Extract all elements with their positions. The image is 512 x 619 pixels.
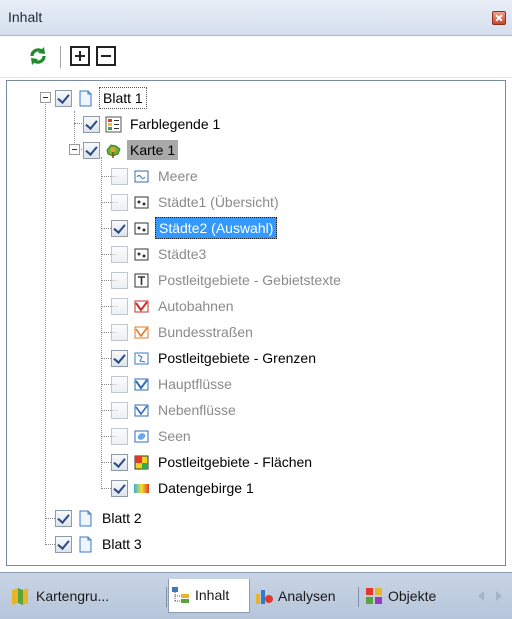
- tree-item-farblegende[interactable]: Farblegende 1: [83, 111, 223, 137]
- checkbox[interactable]: [111, 245, 128, 263]
- road-layer-icon: [134, 326, 149, 338]
- tab-label: Inhalt: [195, 586, 230, 603]
- panel-title: Inhalt: [8, 9, 43, 25]
- checkbox[interactable]: [111, 349, 128, 367]
- tree-item-blatt1[interactable]: Blatt 1: [55, 85, 147, 111]
- checkbox[interactable]: [111, 271, 128, 289]
- tree-item-layer[interactable]: Hauptflüsse: [111, 371, 235, 397]
- tree-item-layer[interactable]: Meere: [111, 163, 201, 189]
- checkbox[interactable]: [83, 141, 100, 159]
- tab-label: Objekte: [388, 588, 437, 604]
- tree-item-layer[interactable]: Autobahnen: [111, 293, 237, 319]
- tree-item-karte1[interactable]: Karte 1: [83, 137, 179, 163]
- tree-item-layer[interactable]: Bundesstraßen: [111, 319, 256, 345]
- tab-scroll-right-icon[interactable]: [496, 591, 502, 601]
- objects-icon: [366, 588, 382, 604]
- checkbox[interactable]: [111, 427, 128, 445]
- tree-item-label: Postleitgebiete - Flächen: [158, 454, 313, 470]
- tab-bar: Kartengru... Inhalt Analysen Objekte: [0, 572, 512, 619]
- tree-item-label: Farblegende 1: [130, 116, 221, 132]
- toolbar-separator: [60, 46, 61, 68]
- tab-kartengruppen[interactable]: Kartengru...: [4, 581, 109, 611]
- page-icon: [79, 90, 92, 106]
- checkbox[interactable]: [111, 167, 128, 185]
- tree-item-blatt3[interactable]: Blatt 3: [55, 531, 145, 557]
- text-layer-icon: [134, 273, 149, 287]
- gradient-layer-icon: [134, 483, 149, 493]
- lake-layer-icon: [134, 430, 149, 442]
- checkbox[interactable]: [55, 535, 72, 553]
- tree-item-blatt2[interactable]: Blatt 2: [55, 505, 145, 531]
- tree-item-label: Blatt 2: [102, 510, 142, 526]
- tree-item-label: Meere: [158, 168, 198, 184]
- tree-item-layer[interactable]: Postleitgebiete - Gebietstexte: [111, 267, 344, 293]
- refresh-icon[interactable]: [28, 46, 48, 66]
- tree-item-layer[interactable]: Städte1 (Übersicht): [111, 189, 282, 215]
- toolbar: [0, 36, 512, 78]
- cities-layer-icon: [134, 248, 149, 260]
- checkbox[interactable]: [111, 297, 128, 315]
- page-icon: [79, 536, 92, 552]
- tree-item-label: Blatt 1: [99, 87, 147, 109]
- tree-item-label: Nebenflüsse: [158, 402, 236, 418]
- ocean-layer-icon: [134, 170, 149, 182]
- tab-analysen[interactable]: Analysen: [250, 581, 336, 611]
- tab-objekte[interactable]: Objekte: [360, 581, 436, 611]
- checkbox[interactable]: [111, 453, 128, 471]
- tree-item-label: Datengebirge 1: [158, 480, 254, 496]
- analysis-icon: [256, 590, 273, 604]
- close-icon[interactable]: [492, 11, 506, 25]
- tab-scroll-left-icon[interactable]: [478, 591, 484, 601]
- tree-item-label: Postleitgebiete - Grenzen: [158, 350, 316, 366]
- tab-label: Analysen: [278, 588, 336, 604]
- river-layer-icon: [134, 378, 149, 390]
- content-tree-icon: [172, 586, 189, 603]
- tree-item-layer[interactable]: Postleitgebiete - Flächen: [111, 449, 315, 475]
- map-groups-icon: [12, 588, 28, 605]
- tree-item-label: Bundesstraßen: [158, 324, 253, 340]
- tree-item-layer[interactable]: Nebenflüsse: [111, 397, 239, 423]
- river-layer-icon: [134, 404, 149, 416]
- collapse-karte1-icon[interactable]: [69, 144, 80, 155]
- content-tree[interactable]: Blatt 1 Farblegende 1 Karte 1 Meere Städ…: [6, 80, 506, 566]
- checkbox[interactable]: [83, 115, 100, 133]
- checkbox[interactable]: [111, 323, 128, 341]
- legend-icon: [105, 116, 122, 132]
- checkbox[interactable]: [111, 479, 128, 497]
- cities-layer-icon: [134, 222, 149, 234]
- tree-item-label: Seen: [158, 428, 191, 444]
- map-icon: [106, 143, 121, 158]
- tab-label: Kartengru...: [36, 588, 110, 604]
- panel-titlebar: Inhalt: [0, 0, 512, 36]
- checkbox[interactable]: [111, 219, 128, 237]
- highway-layer-icon: [134, 300, 149, 312]
- tree-item-layer[interactable]: Postleitgebiete - Grenzen: [111, 345, 319, 371]
- tree-item-label: Städte1 (Übersicht): [158, 194, 279, 210]
- tree-item-layer[interactable]: Datengebirge 1: [111, 475, 257, 501]
- tree-item-label: Städte3: [158, 246, 207, 262]
- tree-item-label: Städte2 (Auswahl): [155, 217, 278, 239]
- checkbox[interactable]: [111, 375, 128, 393]
- tree-item-label: Autobahnen: [158, 298, 234, 314]
- tree-item-layer[interactable]: Städte3: [111, 241, 209, 267]
- collapse-blatt1-icon[interactable]: [40, 92, 51, 103]
- area-layer-icon: [134, 455, 149, 469]
- checkbox[interactable]: [111, 193, 128, 211]
- boundary-layer-icon: [134, 352, 149, 364]
- tree-item-label: Hauptflüsse: [158, 376, 232, 392]
- tree-item-layer[interactable]: Seen: [111, 423, 194, 449]
- tree-item-label: Blatt 3: [102, 536, 142, 552]
- checkbox[interactable]: [111, 401, 128, 419]
- page-icon: [79, 510, 92, 526]
- tab-inhalt[interactable]: Inhalt: [168, 579, 250, 613]
- collapse-all-icon[interactable]: [96, 46, 116, 66]
- checkbox[interactable]: [55, 509, 72, 527]
- checkbox[interactable]: [55, 89, 72, 107]
- cities-layer-icon: [134, 196, 149, 208]
- tree-item-label: Karte 1: [127, 140, 179, 160]
- expand-all-icon[interactable]: [70, 46, 90, 66]
- tree-item-layer-selected[interactable]: Städte2 (Auswahl): [111, 215, 278, 241]
- tree-item-label: Postleitgebiete - Gebietstexte: [158, 272, 341, 288]
